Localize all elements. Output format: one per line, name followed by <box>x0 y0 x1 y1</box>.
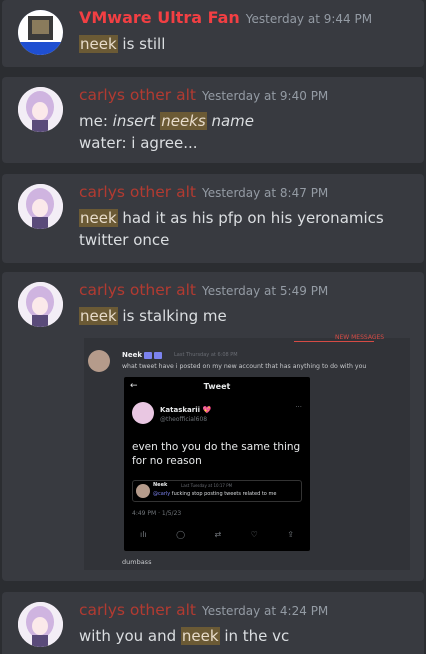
reply-icon: ◯ <box>176 530 186 539</box>
analytics-icon: ılı <box>140 530 147 539</box>
avatar[interactable] <box>18 602 63 647</box>
message-content: with you and neek in the vc <box>79 625 414 647</box>
attachment-author: Neek <box>122 351 163 359</box>
message-content: neek is stalking me <box>79 305 414 327</box>
message-author[interactable]: carlys other alt <box>79 281 196 299</box>
message-author[interactable]: VMware Ultra Fan <box>79 8 240 27</box>
message-text: insert <box>112 112 161 130</box>
tweet-user-name: Kataskarii <box>160 406 201 414</box>
avatar <box>136 484 150 498</box>
message-timestamp: Yesterday at 9:40 PM <box>201 89 329 103</box>
mention: @carly <box>153 491 171 497</box>
message-author[interactable]: carlys other alt <box>79 183 196 201</box>
new-messages-divider <box>294 341 374 342</box>
mention-highlight: neek <box>79 307 118 325</box>
message-line: water: i agree... <box>79 134 198 152</box>
message-card: VMware Ultra Fan Yesterday at 9:44 PM nee… <box>2 0 424 67</box>
new-messages-label: NEW MESSAGES <box>335 334 385 341</box>
quote-timestamp: Last Tuesday at 10:17 PM <box>181 483 233 488</box>
mention-highlight: neek <box>79 35 118 53</box>
avatar[interactable] <box>18 282 63 327</box>
quote-author: Neek <box>153 482 168 488</box>
message-text: me: <box>79 112 113 130</box>
message-card: carlys other alt Yesterday at 9:40 PM me:… <box>2 77 424 163</box>
message-card: carlys other alt Yesterday at 8:47 PM nee… <box>2 174 424 263</box>
badge-icon <box>154 351 163 359</box>
mention-highlight: neeks <box>160 112 207 130</box>
mention-highlight: neek <box>79 209 118 227</box>
message-timestamp: Yesterday at 8:47 PM <box>201 186 329 200</box>
message-line: me: insert neeks name <box>79 110 414 132</box>
tweet-embed: ← Tweet Kataskarii 💖 @theofficial608 ···… <box>124 377 310 551</box>
more-icon: ··· <box>295 403 302 411</box>
tweet-handle: @theofficial608 <box>160 416 208 423</box>
avatar[interactable] <box>18 10 63 55</box>
message-author[interactable]: carlys other alt <box>79 86 196 104</box>
message-text: with you and <box>79 627 181 645</box>
heart-icon: 💖 <box>202 406 212 414</box>
share-icon: ⇪ <box>287 530 294 539</box>
attachment-footer-text: dumbass <box>122 558 152 566</box>
message-content: neek is still <box>79 33 414 55</box>
badge-icon <box>144 351 153 359</box>
tweet-title: Tweet <box>203 382 231 391</box>
message-text: is still <box>117 35 166 53</box>
like-icon: ♡ <box>250 530 258 539</box>
message-text: in the vc <box>219 627 290 645</box>
mention-highlight: neek <box>180 627 220 645</box>
avatar[interactable] <box>18 184 63 229</box>
avatar[interactable] <box>18 87 63 132</box>
message-timestamp: Yesterday at 4:24 PM <box>201 604 329 618</box>
image-attachment[interactable]: NEW MESSAGES Neek Last Thursday at 6:08 … <box>84 334 410 570</box>
message-text: had it as his pfp on his yeronamics twit… <box>79 209 384 249</box>
quote-text: @carly fucking stop posting tweets relat… <box>153 491 276 497</box>
quoted-message: Neek Last Tuesday at 10:17 PM @carly fuc… <box>132 480 302 502</box>
tweet-actions: ılı ◯ ⇄ ♡ ⇪ <box>140 530 294 539</box>
message-content: neek had it as his pfp on his yeronamics… <box>79 207 414 251</box>
message-timestamp: Yesterday at 9:44 PM <box>245 12 373 26</box>
message-content: me: insert neeks name water: i agree... <box>79 110 414 154</box>
tweet-text: even tho you do the same thing for no re… <box>132 441 301 467</box>
message-timestamp: Yesterday at 5:49 PM <box>201 284 329 298</box>
message-text: name <box>206 112 254 130</box>
retweet-icon: ⇄ <box>214 530 222 539</box>
quote-body: fucking stop posting tweets related to m… <box>170 491 277 497</box>
message-card: carlys other alt Yesterday at 4:24 PM wit… <box>2 592 424 654</box>
message-text: is stalking me <box>117 307 227 325</box>
attachment-author-name: Neek <box>122 351 143 359</box>
avatar <box>88 350 110 372</box>
attachment-timestamp: Last Thursday at 6:08 PM <box>174 352 238 358</box>
avatar <box>132 402 154 424</box>
attachment-text: what tweet have i posted on my new accou… <box>122 363 367 370</box>
tweet-meta: 4:49 PM · 1/5/23 <box>132 510 182 517</box>
tweet-user: Kataskarii 💖 <box>160 406 211 414</box>
message-author[interactable]: carlys other alt <box>79 601 196 619</box>
